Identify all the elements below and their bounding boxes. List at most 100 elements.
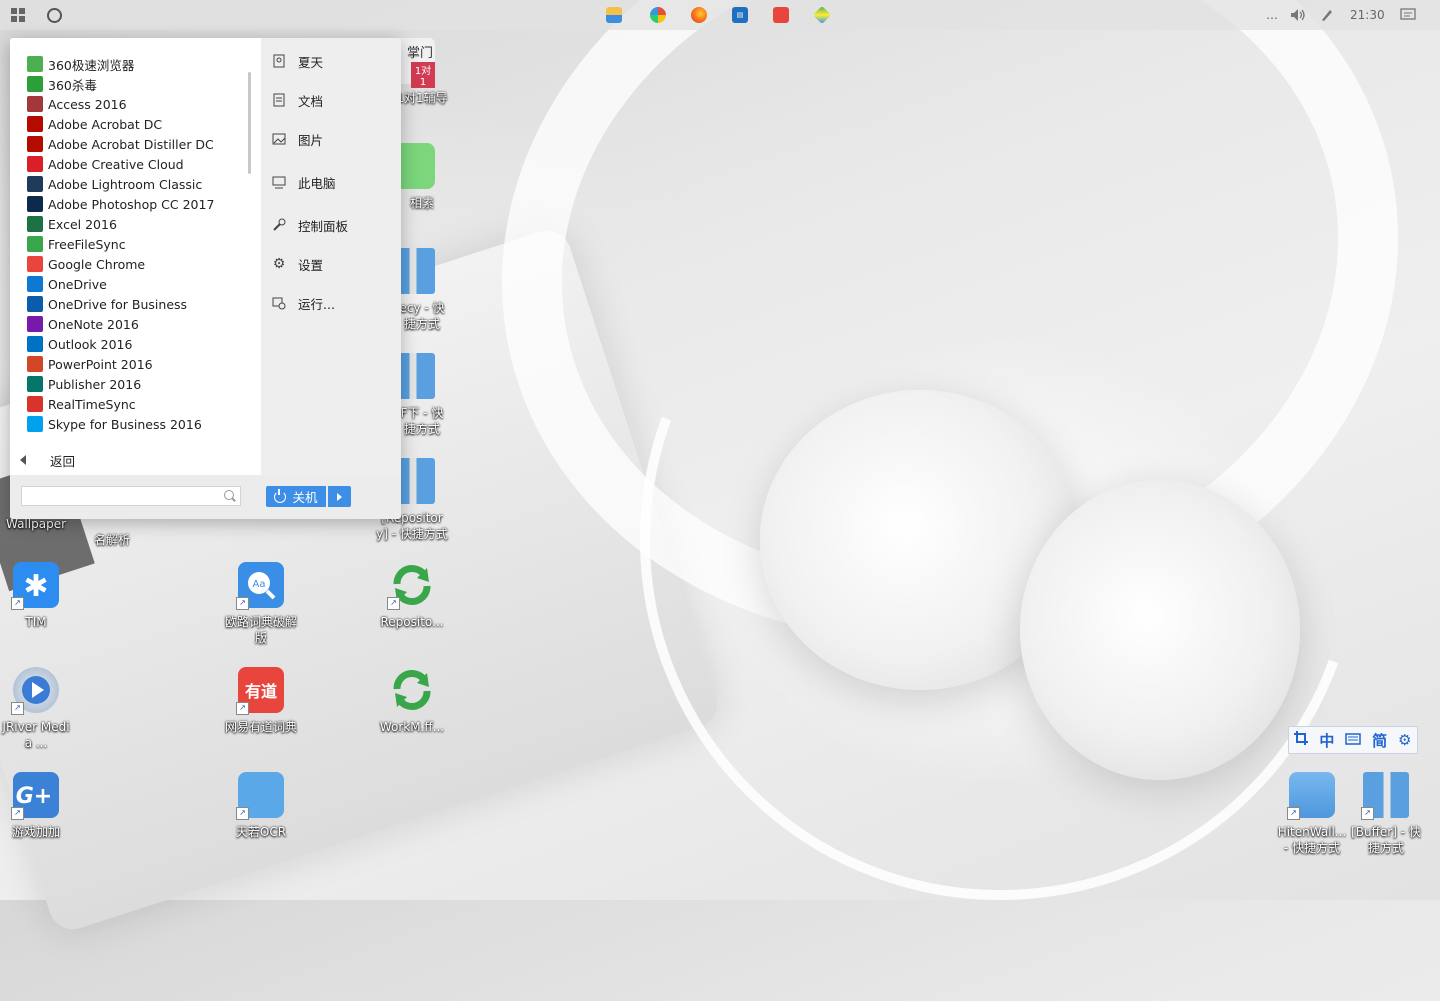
ime-simplified-button[interactable]: 简 (1372, 730, 1387, 751)
desktop-icon-youdao[interactable]: 有道 ↗ 网易有道词典 (225, 667, 297, 735)
place-pictures[interactable]: 图片 (271, 128, 323, 150)
task-view-button[interactable] (43, 4, 65, 26)
keyboard-icon[interactable] (1345, 731, 1361, 749)
sync-icon: ↗ (387, 562, 435, 610)
search-box[interactable] (21, 486, 241, 506)
picture-icon (271, 131, 287, 147)
onedrive-business-icon (27, 296, 43, 312)
place-control-panel[interactable]: 控制面板 (271, 214, 348, 236)
desktop-icon-game-plus[interactable]: G+ ↗ 游戏加加 (0, 772, 72, 840)
acrobat-icon (27, 116, 43, 132)
document-icon (271, 92, 287, 108)
notification-button[interactable] (1400, 0, 1416, 30)
app-item[interactable]: Adobe Acrobat DC (27, 114, 162, 134)
ocr-icon: ↗ (236, 772, 284, 820)
place-run[interactable]: 运行... (271, 292, 335, 314)
computer-icon (271, 174, 287, 190)
taskbar-app-maps[interactable] (811, 4, 833, 26)
app-item-label: Adobe Acrobat Distiller DC (48, 136, 214, 152)
crop-icon[interactable] (1294, 731, 1309, 749)
app-item[interactable]: OneDrive (27, 274, 107, 294)
app-item[interactable]: Adobe Lightroom Classic (27, 174, 202, 194)
volume-button[interactable] (1290, 0, 1306, 30)
app-item[interactable]: Adobe Photoshop CC 2017 (27, 194, 214, 214)
app-list-scrollbar[interactable] (248, 72, 251, 174)
desktop-icon-workm-sync[interactable]: WorkM.ff... (376, 667, 448, 735)
circle-icon (46, 7, 62, 23)
desktop-icon-buffer[interactable]: ↗ [Buffer] - 快捷方式 (1350, 772, 1422, 856)
run-icon (271, 295, 287, 311)
desktop-icon-jriver[interactable]: ↗ JRiver Media ... (0, 667, 72, 751)
ime-mode-button[interactable]: 中 (1319, 730, 1334, 751)
windows-icon (11, 8, 25, 22)
app-item-label: Adobe Photoshop CC 2017 (48, 196, 215, 212)
wrench-icon (271, 217, 287, 233)
taskbar-app-folder[interactable] (603, 4, 625, 26)
wallpaper-earcup-left (760, 390, 1080, 690)
excel-icon (27, 216, 43, 232)
app-item[interactable]: Access 2016 (27, 94, 127, 114)
app-item[interactable]: OneDrive for Business (27, 294, 187, 314)
svg-text:Aa: Aa (253, 579, 266, 590)
chevron-left-icon (20, 455, 26, 465)
tray-overflow[interactable]: … (1266, 0, 1278, 30)
app-item[interactable]: Adobe Creative Cloud (27, 154, 184, 174)
taskbar-app-dictionary[interactable]: ▤ (729, 4, 751, 26)
power-icon (274, 488, 287, 503)
desktop-icon-dns[interactable]: 名解析 (76, 526, 148, 548)
desktop-icon-eudic[interactable]: Aa ↗ 欧路词典破解版 (225, 562, 297, 646)
desktop-icon-repository-sync[interactable]: ↗ Reposito... (376, 562, 448, 630)
clock[interactable]: 21:30 (1350, 0, 1385, 30)
wallpaper-earcup-right (1020, 480, 1300, 780)
pen-button[interactable] (1320, 0, 1334, 30)
start-button[interactable] (7, 4, 29, 26)
chrome-icon (27, 256, 43, 272)
pen-icon (1322, 10, 1332, 21)
app-item[interactable]: Outlook 2016 (27, 334, 132, 354)
desktop-icon-tim[interactable]: ✱ ↗ TIM (0, 562, 72, 630)
desktop-icon-ocr[interactable]: ↗ 天若OCR (225, 772, 297, 840)
360-browser-icon (27, 56, 43, 72)
app-item[interactable]: PowerPoint 2016 (27, 354, 153, 374)
speaker-icon (1291, 9, 1305, 21)
app-item-label: Adobe Lightroom Classic (48, 176, 203, 192)
folder-icon: ↗ (1287, 772, 1335, 820)
publisher-icon (27, 376, 43, 392)
user-icon (271, 53, 287, 69)
back-button[interactable]: 返回 (20, 450, 75, 470)
search-input[interactable] (26, 488, 220, 506)
wallpaper-headband (440, 0, 1440, 713)
gear-icon[interactable]: ⚙ (1398, 731, 1411, 749)
app-item[interactable]: RealTimeSync (27, 394, 136, 414)
svg-text:G+: G+ (16, 784, 53, 809)
app-item-label: 360杀毒 (48, 77, 97, 93)
app-item[interactable]: Adobe Acrobat Distiller DC (27, 134, 214, 154)
dictionary-icon: ▤ (732, 7, 748, 23)
place-settings[interactable]: ⚙ 设置 (271, 253, 323, 275)
app-item[interactable]: OneNote 2016 (27, 314, 139, 334)
app-item-label: Skype for Business 2016 (48, 416, 202, 432)
desktop-icon-hitenwall[interactable]: ↗ HitenWall... - 快捷方式 (1276, 772, 1348, 856)
app-item[interactable]: Publisher 2016 (27, 374, 141, 394)
start-menu: 360极速浏览器 360杀毒 Access 2016 Adobe Acrobat DC… (10, 38, 401, 519)
outlook-icon (27, 336, 43, 352)
power-options-button[interactable] (328, 486, 351, 507)
app-item[interactable]: 360杀毒 (27, 74, 97, 94)
freefilesync-icon (27, 236, 43, 252)
taskbar-app-360-browser[interactable] (647, 4, 669, 26)
app-item[interactable]: FreeFileSync (27, 234, 126, 254)
access-icon (27, 96, 43, 112)
app-item[interactable]: 360极速浏览器 (27, 54, 134, 74)
place-this-pc[interactable]: 此电脑 (271, 171, 336, 193)
eudic-icon: Aa ↗ (236, 562, 284, 610)
notification-icon (1400, 8, 1416, 20)
place-documents[interactable]: 文档 (271, 89, 323, 111)
taskbar-app-youdao[interactable] (770, 4, 792, 26)
app-item[interactable]: Skype for Business 2016 (27, 414, 202, 434)
taskbar-app-firefox[interactable] (688, 4, 710, 26)
onedrive-icon (27, 276, 43, 292)
place-user[interactable]: 夏天 (271, 50, 323, 72)
app-item[interactable]: Excel 2016 (27, 214, 117, 234)
app-item[interactable]: Google Chrome (27, 254, 145, 274)
shutdown-button[interactable]: 关机 (266, 486, 326, 507)
